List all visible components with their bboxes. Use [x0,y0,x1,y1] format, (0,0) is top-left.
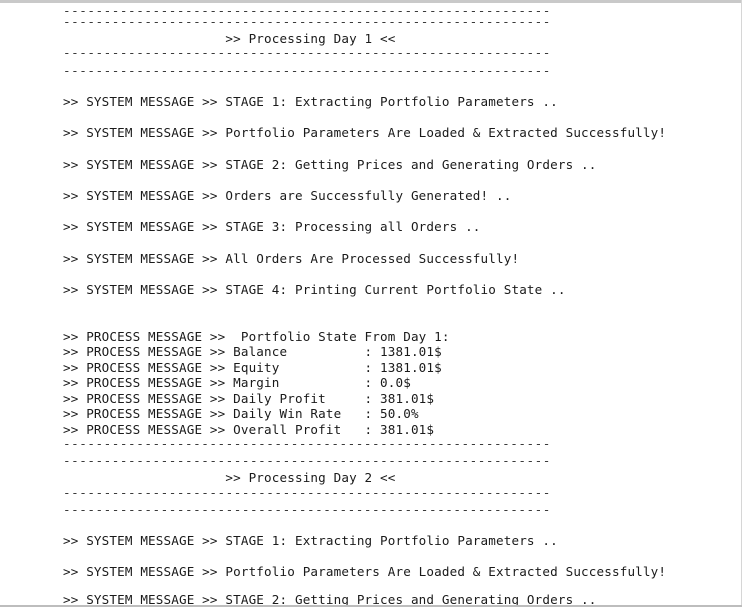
system-message: >> SYSTEM MESSAGE >> STAGE 2: Getting Pr… [63,157,597,172]
process-message-daily-profit: >> PROCESS MESSAGE >> Daily Profit : 381… [63,391,435,406]
separator-line: ----------------------------------------… [63,453,551,468]
separator-line: ----------------------------------------… [63,436,551,451]
system-message: >> SYSTEM MESSAGE >> STAGE 3: Processing… [63,219,481,234]
process-message-overall-profit: >> PROCESS MESSAGE >> Overall Profit : 3… [63,422,435,437]
system-message: >> SYSTEM MESSAGE >> STAGE 1: Extracting… [63,533,558,548]
system-message: >> SYSTEM MESSAGE >> STAGE 1: Extracting… [63,94,558,109]
log-page: { "dash": "-----------------------------… [0,0,742,607]
process-message-win-rate: >> PROCESS MESSAGE >> Daily Win Rate : 5… [63,406,419,421]
process-message-balance: >> PROCESS MESSAGE >> Balance : 1381.01$ [63,344,442,359]
separator-line: ----------------------------------------… [63,63,551,78]
separator-line: ----------------------------------------… [63,502,551,517]
day-header: >> Processing Day 2 << [63,470,396,485]
day-header: >> Processing Day 1 << [63,31,396,46]
separator-line: ----------------------------------------… [63,45,551,60]
separator-line: ----------------------------------------… [63,14,551,29]
separator-line: ----------------------------------------… [63,485,551,500]
system-message: >> SYSTEM MESSAGE >> STAGE 4: Printing C… [63,282,566,297]
system-message: >> SYSTEM MESSAGE >> Orders are Successf… [63,188,512,203]
system-message: >> SYSTEM MESSAGE >> Portfolio Parameter… [63,125,667,140]
process-message-equity: >> PROCESS MESSAGE >> Equity : 1381.01$ [63,360,442,375]
system-message: >> SYSTEM MESSAGE >> Portfolio Parameter… [63,564,667,579]
process-message-margin: >> PROCESS MESSAGE >> Margin : 0.0$ [63,375,411,390]
system-message: >> SYSTEM MESSAGE >> All Orders Are Proc… [63,251,520,266]
system-message: >> SYSTEM MESSAGE >> STAGE 2: Getting Pr… [63,592,597,605]
process-message: >> PROCESS MESSAGE >> Portfolio State Fr… [63,329,450,344]
